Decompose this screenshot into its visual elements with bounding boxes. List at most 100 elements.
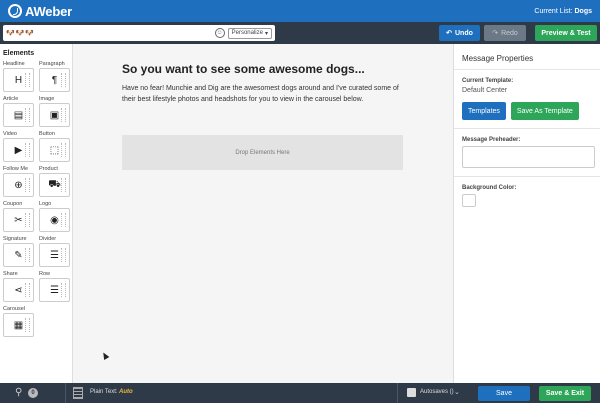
element-label: Button	[39, 131, 55, 137]
smiley-icon[interactable]: ☺	[214, 28, 225, 38]
logo-icon[interactable]: ◉	[39, 208, 70, 232]
element-label: Share	[3, 271, 18, 277]
attachment-count: 0	[28, 388, 38, 398]
footer-divider	[397, 383, 398, 403]
elements-title: Elements	[3, 50, 35, 57]
elements-grid: Headline H Paragraph ¶ Article ▤ Image ▣ Vid…	[3, 60, 72, 337]
email-headline[interactable]: So you want to see some awesome dogs...	[122, 62, 403, 76]
headline-icon[interactable]: H	[3, 68, 34, 92]
element-signature[interactable]: Signature ✎	[3, 235, 36, 267]
element-logo[interactable]: Logo ◉	[39, 200, 72, 232]
element-label: Image	[39, 96, 55, 102]
element-label: Carousel	[3, 306, 26, 312]
button-icon[interactable]: ⬚	[39, 138, 70, 162]
personalize-label: Personalize	[231, 30, 263, 36]
save-button[interactable]: Save	[478, 386, 530, 401]
element-follow-me[interactable]: Follow Me ⊕	[3, 165, 36, 197]
email-content[interactable]: So you want to see some awesome dogs... …	[122, 62, 403, 105]
current-list-value: Dogs	[574, 7, 593, 15]
cart-icon[interactable]: ⛟	[39, 173, 70, 197]
element-article[interactable]: Article ▤	[3, 95, 36, 127]
current-list-label: Current List:	[534, 7, 573, 15]
follow-me-icon[interactable]: ⊕	[3, 173, 34, 197]
paperclip-icon[interactable]: ⚲	[15, 387, 22, 398]
element-carousel[interactable]: Carousel ▦	[3, 305, 36, 337]
current-list: Current List: Dogs	[534, 8, 592, 15]
plain-text-label: Plain Text:	[90, 389, 118, 395]
undo-icon: ↶	[446, 30, 452, 37]
chevron-down-icon[interactable]: ⌄	[454, 388, 460, 396]
row-icon[interactable]: ☰	[39, 278, 70, 302]
save-as-template-button[interactable]: Save As Template	[510, 102, 579, 120]
element-headline[interactable]: Headline H	[3, 60, 36, 92]
drop-zone[interactable]: Drop Elements Here	[122, 135, 403, 170]
divider-icon[interactable]: ☰	[39, 243, 70, 267]
image-icon[interactable]: ▣	[39, 103, 70, 127]
element-row[interactable]: Row ☰	[39, 270, 72, 302]
element-coupon[interactable]: Coupon ✂	[3, 200, 36, 232]
element-label: Article	[3, 96, 19, 102]
element-label: Paragraph	[39, 61, 65, 67]
aweber-logo[interactable]: AWeber	[8, 4, 72, 19]
subject-value[interactable]: 🐶🐶🐶	[6, 29, 212, 37]
element-button[interactable]: Button ⬚	[39, 130, 72, 162]
paragraph-icon[interactable]: ¶	[39, 68, 70, 92]
pen-icon[interactable]: ✎	[3, 243, 34, 267]
templates-button[interactable]: Templates	[462, 102, 506, 120]
element-label: Coupon	[3, 201, 23, 207]
element-label: Follow Me	[3, 166, 29, 172]
redo-label: Redo	[501, 29, 518, 37]
redo-button[interactable]: ↷ Redo	[484, 25, 526, 41]
element-label: Signature	[3, 236, 27, 242]
preheader-input[interactable]	[462, 146, 595, 168]
message-properties-panel: Message Properties Current Template: Def…	[453, 44, 600, 383]
personalize-dropdown[interactable]: Personalize ▾	[227, 27, 272, 39]
current-template-value: Default Center	[462, 87, 508, 94]
scissors-icon[interactable]: ✂	[3, 208, 34, 232]
preview-test-button[interactable]: Preview & Test	[535, 25, 597, 41]
element-image[interactable]: Image ▣	[39, 95, 72, 127]
redo-icon: ↷	[492, 30, 499, 37]
editor-toolbar: 🐶🐶🐶 ☺ Personalize ▾ ↶ Undo ↷ Redo Previe…	[0, 22, 600, 44]
footer-divider	[65, 383, 66, 403]
floppy-icon	[407, 388, 416, 397]
undo-button[interactable]: ↶ Undo	[439, 25, 480, 41]
element-divider[interactable]: Divider ☰	[39, 235, 72, 267]
current-template-label: Current Template:	[462, 78, 514, 84]
element-label: Divider	[39, 236, 57, 242]
plain-text-value[interactable]: Auto	[119, 389, 133, 395]
email-canvas[interactable]: So you want to see some awesome dogs... …	[74, 44, 452, 383]
properties-title: Message Properties	[454, 44, 600, 70]
elements-panel: Elements Headline H Paragraph ¶ Article ▤ I…	[0, 44, 73, 383]
element-product[interactable]: Product ⛟	[39, 165, 72, 197]
video-icon[interactable]: ▶	[3, 138, 34, 162]
element-share[interactable]: Share ⋖	[3, 270, 36, 302]
autosave-label[interactable]: Autosaves ()	[420, 389, 454, 395]
mouse-cursor-icon	[100, 350, 110, 361]
logo-text: AWeber	[25, 3, 72, 19]
background-color-swatch[interactable]	[462, 194, 476, 207]
article-icon[interactable]: ▤	[3, 103, 34, 127]
element-label: Video	[3, 131, 17, 137]
save-exit-button[interactable]: Save & Exit	[539, 386, 591, 401]
element-label: Product	[39, 166, 58, 172]
background-section: Background Color:	[454, 177, 600, 215]
element-label: Logo	[39, 201, 52, 207]
plain-text-icon[interactable]	[73, 387, 83, 399]
preheader-section: Message Preheader:	[454, 129, 600, 177]
app-header: AWeber Current List: Dogs	[0, 0, 600, 22]
email-paragraph[interactable]: Have no fear! Munchie and Dig are the aw…	[122, 84, 403, 105]
background-color-label: Background Color:	[462, 185, 517, 191]
aweber-logo-icon	[8, 4, 22, 18]
share-icon[interactable]: ⋖	[3, 278, 34, 302]
undo-label: Undo	[454, 29, 473, 37]
subject-input[interactable]: 🐶🐶🐶 ☺ Personalize ▾	[3, 25, 275, 41]
element-paragraph[interactable]: Paragraph ¶	[39, 60, 72, 92]
element-video[interactable]: Video ▶	[3, 130, 36, 162]
preheader-label: Message Preheader:	[462, 137, 521, 143]
carousel-icon[interactable]: ▦	[3, 313, 34, 337]
template-buttons: Templates Save As Template	[462, 102, 592, 120]
element-label: Headline	[3, 61, 25, 67]
element-label: Row	[39, 271, 51, 277]
footer-bar: ⚲ 0 Plain Text: Auto Autosaves () ⌄ Save…	[0, 383, 600, 403]
